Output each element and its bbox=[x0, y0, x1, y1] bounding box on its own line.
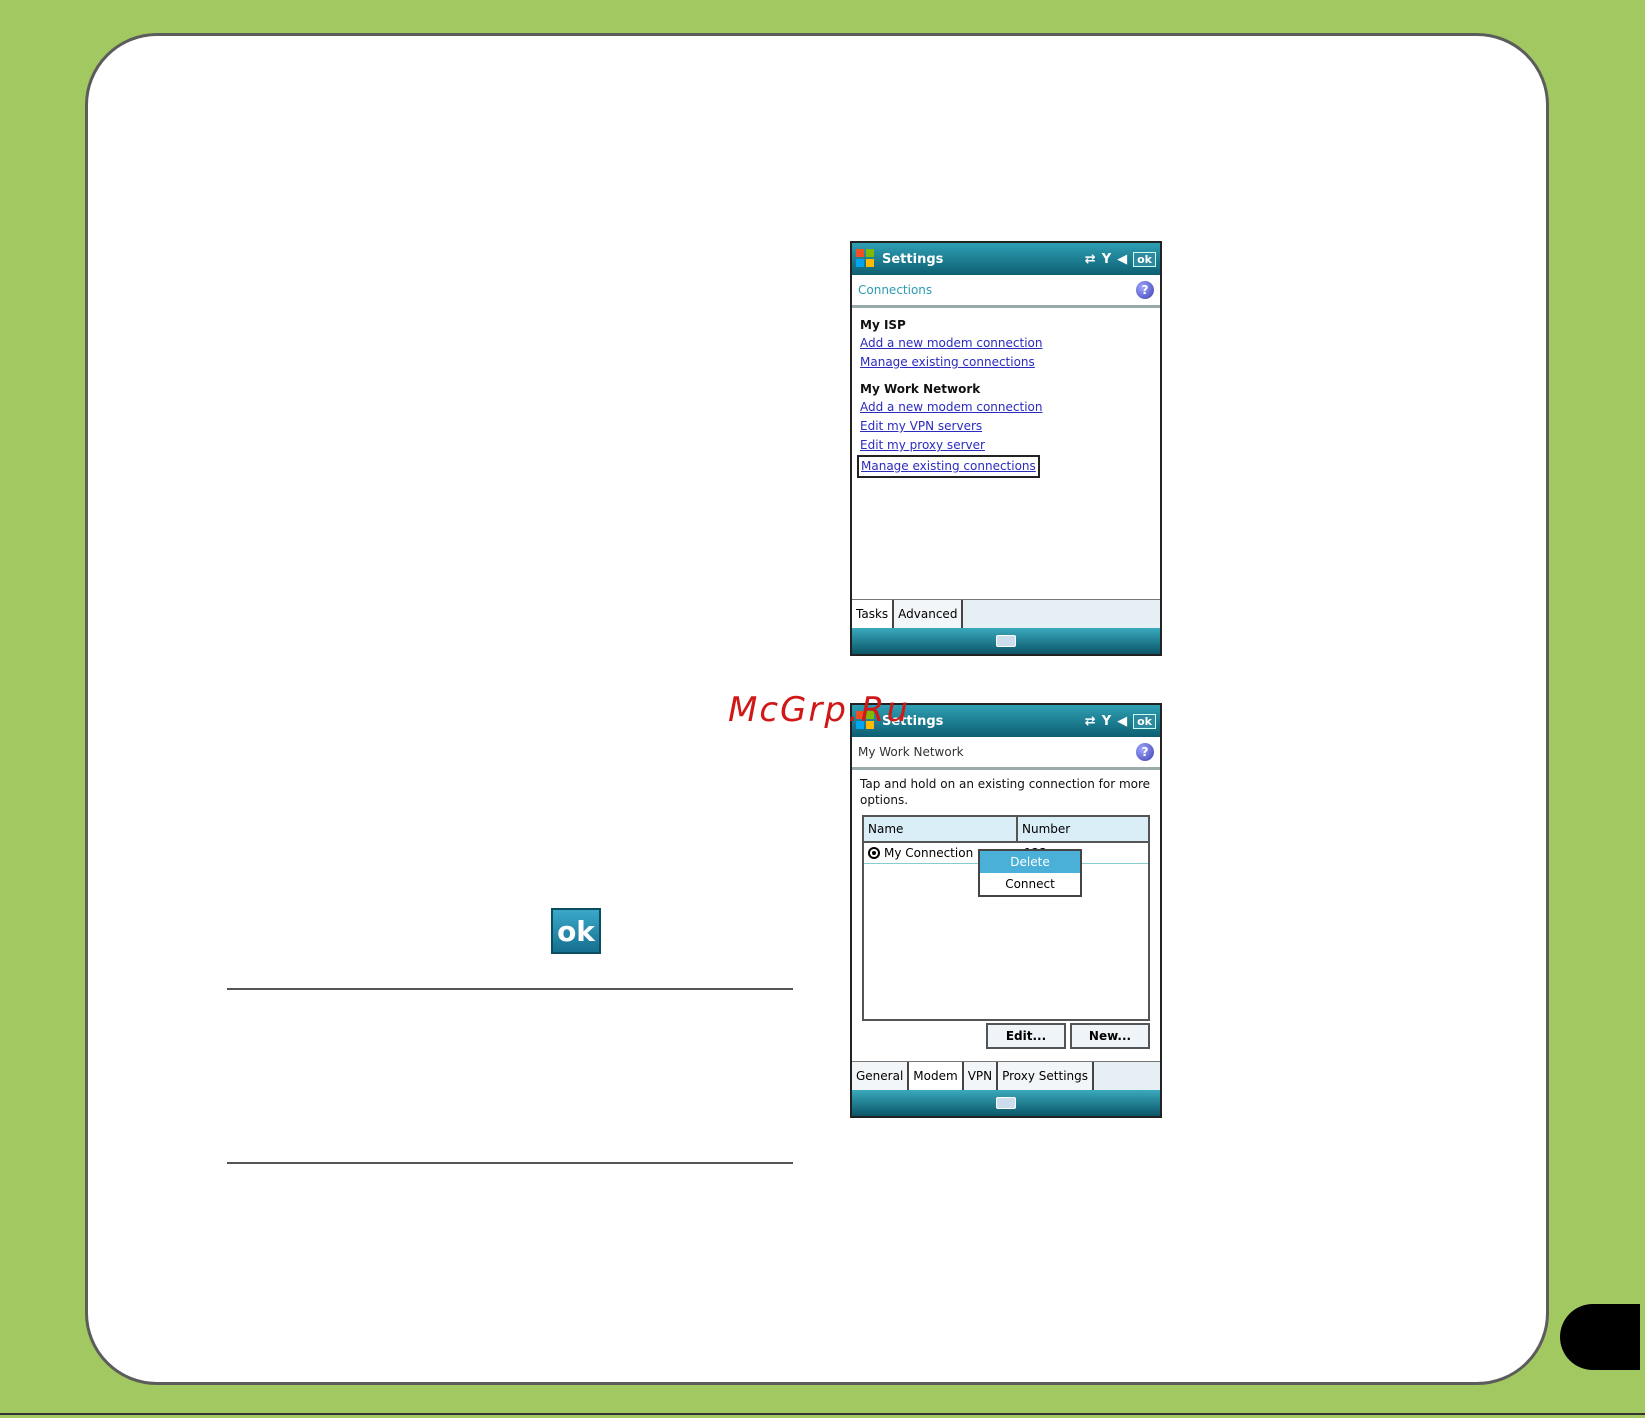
signal-icon[interactable]: Y bbox=[1102, 714, 1111, 729]
ok-button[interactable]: ok bbox=[1133, 251, 1156, 267]
list-header: Name Number bbox=[864, 817, 1148, 843]
help-icon[interactable]: ? bbox=[1136, 281, 1154, 299]
title-text: Settings bbox=[882, 251, 944, 267]
context-menu: Delete Connect bbox=[978, 849, 1082, 897]
connection-list: Name Number My Connection 123 bbox=[862, 815, 1150, 1021]
title-text: Settings bbox=[882, 713, 944, 729]
tab-vpn[interactable]: VPN bbox=[963, 1062, 999, 1090]
tab-bar: Tasks Advanced bbox=[852, 599, 1160, 628]
group-title-my-isp: My ISP bbox=[860, 318, 906, 332]
tab-modem[interactable]: Modem bbox=[909, 1062, 964, 1090]
ok-icon: ok bbox=[551, 908, 601, 954]
page-number-tab bbox=[1560, 1304, 1640, 1370]
link-work-proxy[interactable]: Edit my proxy server bbox=[860, 436, 1152, 455]
watermark-text: McGrp.Ru bbox=[728, 690, 910, 730]
menu-item-connect[interactable]: Connect bbox=[980, 873, 1080, 895]
menu-item-delete[interactable]: Delete bbox=[980, 851, 1080, 873]
link-work-manage[interactable]: Manage existing connections bbox=[857, 455, 1040, 478]
tab-bar: General Modem VPN Proxy Settings bbox=[852, 1061, 1160, 1090]
new-button[interactable]: New... bbox=[1070, 1023, 1150, 1049]
header-title: Connections bbox=[858, 283, 933, 297]
tab-general[interactable]: General bbox=[852, 1062, 910, 1090]
column-name[interactable]: Name bbox=[864, 817, 1018, 841]
tab-advanced[interactable]: Advanced bbox=[894, 600, 964, 628]
volume-icon[interactable]: ◀ bbox=[1117, 252, 1127, 267]
volume-icon[interactable]: ◀ bbox=[1117, 714, 1127, 729]
link-work-add-modem[interactable]: Add a new modem connection bbox=[860, 398, 1152, 417]
instruction-text: Tap and hold on an existing connection f… bbox=[860, 777, 1151, 807]
column-number[interactable]: Number bbox=[1018, 817, 1070, 841]
screenshot-connections: Settings ⇄ Y ◀ ok Connections ? My ISP A… bbox=[850, 241, 1162, 656]
title-bar: Settings ⇄ Y ◀ ok bbox=[852, 243, 1160, 275]
page-header: Connections ? bbox=[852, 275, 1160, 308]
bottom-edge-line bbox=[0, 1413, 1645, 1415]
signal-icon[interactable]: Y bbox=[1102, 252, 1111, 267]
help-icon[interactable]: ? bbox=[1136, 743, 1154, 761]
link-isp-add-modem[interactable]: Add a new modem connection bbox=[860, 334, 1152, 353]
screenshot-my-work-network: Settings ⇄ Y ◀ ok My Work Network ? Tap … bbox=[850, 703, 1162, 1118]
keyboard-icon[interactable] bbox=[996, 1097, 1016, 1109]
link-isp-manage[interactable]: Manage existing connections bbox=[860, 353, 1152, 372]
soft-key-bar bbox=[852, 1090, 1160, 1116]
connectivity-icon[interactable]: ⇄ bbox=[1085, 252, 1096, 267]
keyboard-icon[interactable] bbox=[996, 635, 1016, 647]
edit-button[interactable]: Edit... bbox=[986, 1023, 1066, 1049]
page-header: My Work Network ? bbox=[852, 737, 1160, 770]
tab-proxy-settings[interactable]: Proxy Settings bbox=[998, 1062, 1095, 1090]
tab-tasks[interactable]: Tasks bbox=[852, 600, 895, 628]
link-work-vpn[interactable]: Edit my VPN servers bbox=[860, 417, 1152, 436]
note-rule-top bbox=[227, 988, 793, 990]
header-title: My Work Network bbox=[858, 745, 964, 759]
connectivity-icon[interactable]: ⇄ bbox=[1085, 714, 1096, 729]
group-title-work-network: My Work Network bbox=[860, 382, 981, 396]
windows-start-icon[interactable] bbox=[856, 249, 876, 269]
note-rule-bottom bbox=[227, 1162, 793, 1164]
radio-selected[interactable] bbox=[868, 847, 880, 859]
ok-button[interactable]: ok bbox=[1133, 713, 1156, 729]
soft-key-bar bbox=[852, 628, 1160, 654]
